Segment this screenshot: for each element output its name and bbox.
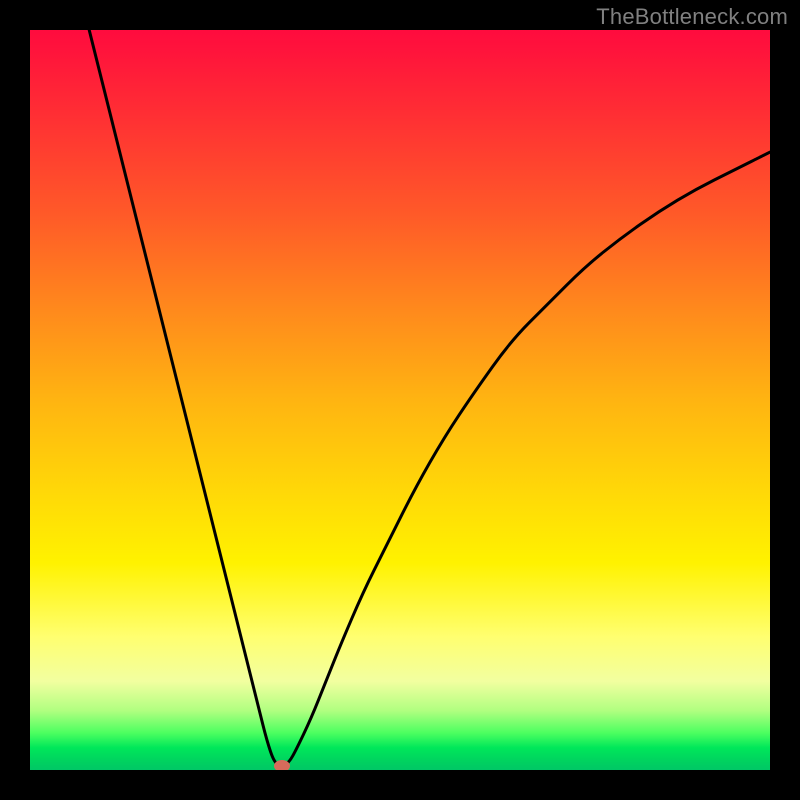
chart-frame: TheBottleneck.com [0, 0, 800, 800]
optimal-point-marker [274, 760, 290, 770]
plot-area [30, 30, 770, 770]
bottleneck-curve [89, 30, 770, 765]
curve-svg [30, 30, 770, 770]
watermark-text: TheBottleneck.com [596, 4, 788, 30]
